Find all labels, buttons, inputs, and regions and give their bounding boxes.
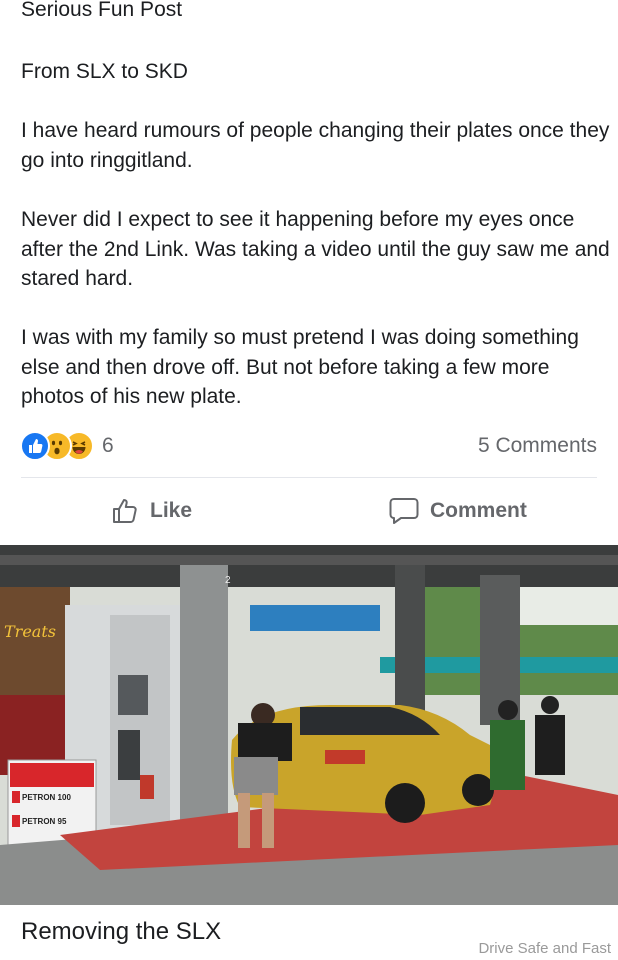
post-photo[interactable]: Treats 2 PETRON 100 PETRON 95 <box>0 545 618 905</box>
watermark: Drive Safe and Fast <box>478 940 611 957</box>
petron-100-label: PETRON 100 <box>22 793 71 802</box>
like-button[interactable]: Like <box>110 496 192 526</box>
thumbs-up-icon <box>113 499 137 523</box>
comment-label: Comment <box>430 499 527 522</box>
pump-number: 2 <box>225 575 231 586</box>
petrol-station-scene: Treats 2 PETRON 100 PETRON 95 <box>0 545 618 905</box>
group-name[interactable]: Serious Fun Post <box>21 0 182 22</box>
facebook-post: Serious Fun Post From SLX to SKD I have … <box>0 0 618 545</box>
post-paragraph: Never did I expect to see it happening b… <box>21 208 610 290</box>
photo-caption: Removing the SLX <box>21 918 222 945</box>
like-icon <box>20 431 50 461</box>
divider <box>21 477 597 478</box>
post-title: From SLX to SKD <box>21 60 188 83</box>
comments-count[interactable]: 5 Comments <box>478 434 597 458</box>
post-paragraph: I have heard rumours of people changing … <box>21 119 610 172</box>
like-label: Like <box>150 499 193 522</box>
comment-bubble-icon <box>389 498 419 524</box>
comment-button[interactable]: Comment <box>388 496 527 526</box>
reactions-summary[interactable]: 6 <box>20 431 114 461</box>
post-paragraph: I was with my family so must pretend I w… <box>21 326 579 408</box>
reaction-count: 6 <box>102 434 114 457</box>
canopy <box>0 545 618 587</box>
petron-95-label: PETRON 95 <box>22 817 67 826</box>
treats-sign: Treats <box>4 622 56 641</box>
